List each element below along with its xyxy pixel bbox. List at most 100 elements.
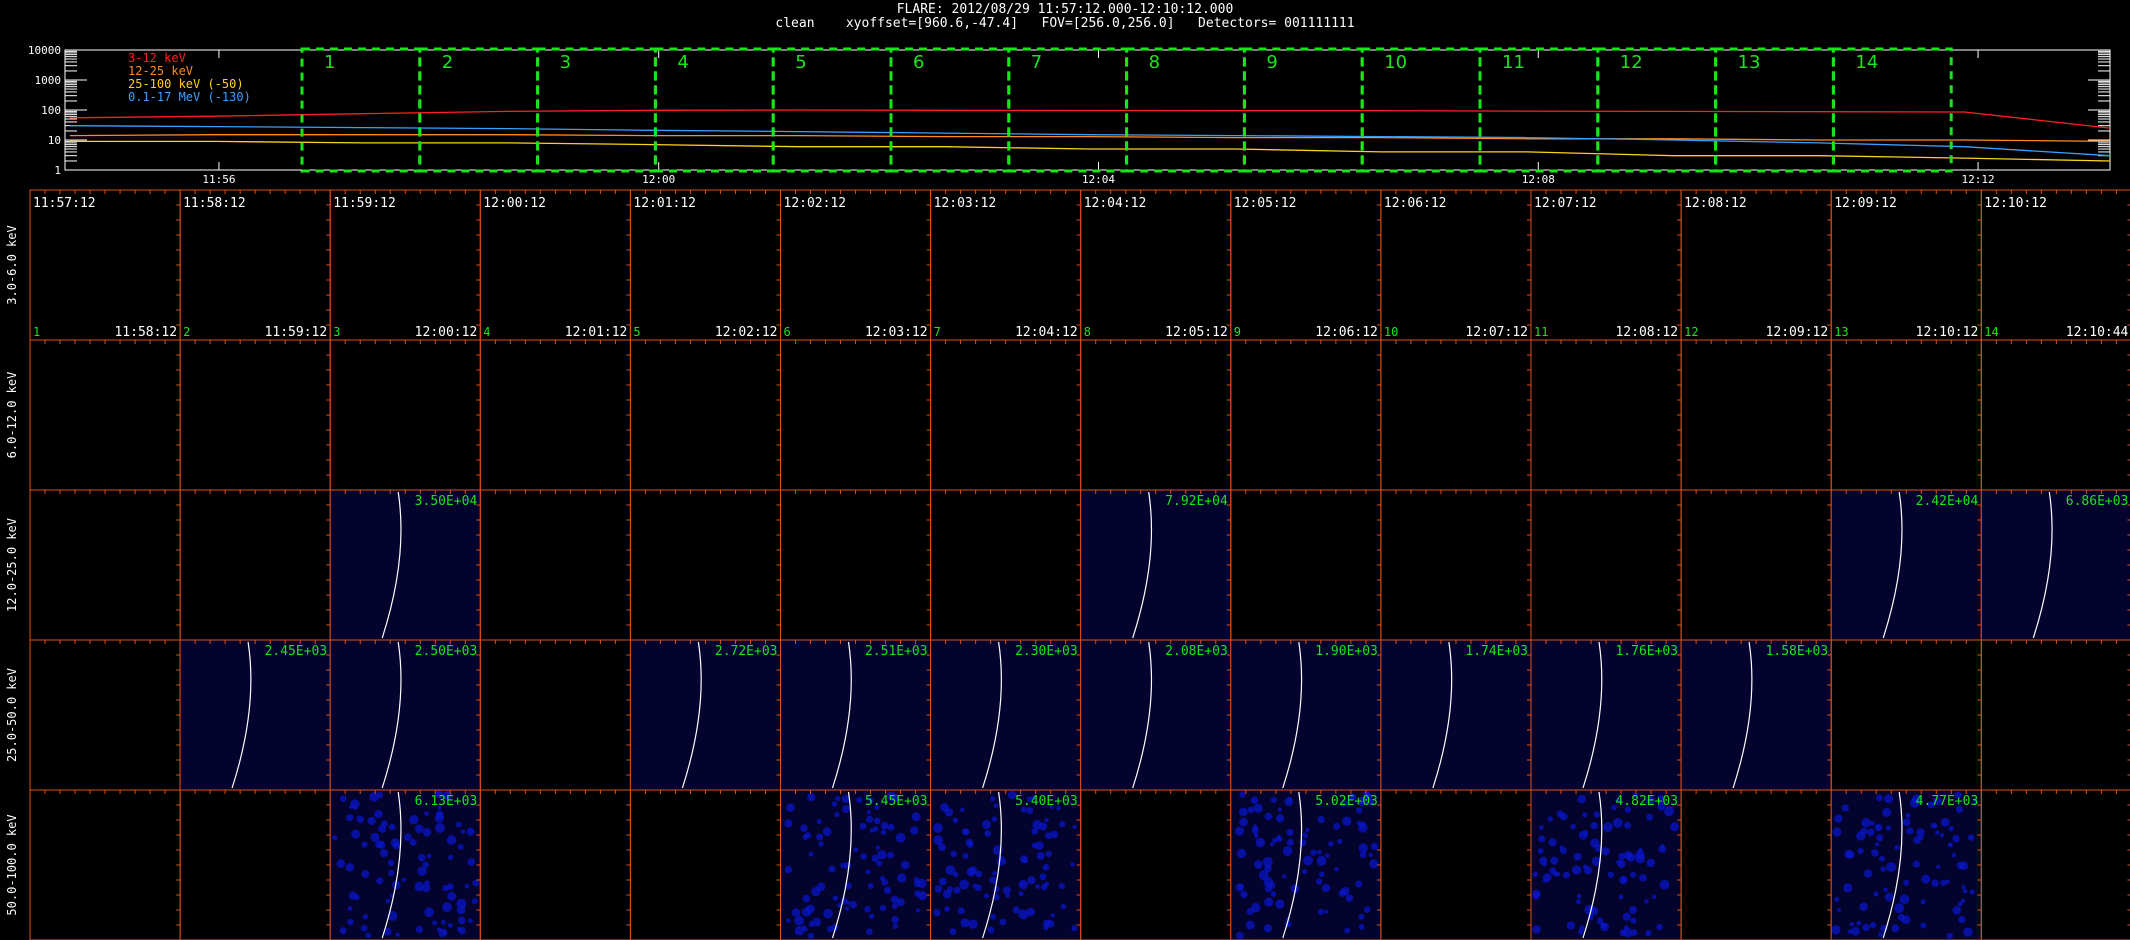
noise-blob	[1264, 812, 1273, 821]
noise-blob	[409, 815, 419, 825]
noise-blob	[915, 908, 921, 913]
row-label: 25.0-50.0 keV	[5, 668, 19, 762]
noise-blob	[1659, 879, 1670, 890]
column-number: 10	[1384, 325, 1398, 339]
image-max-value: 5.40E+03	[1015, 794, 1078, 809]
noise-blob	[913, 876, 920, 883]
noise-blob	[1547, 816, 1554, 822]
column-end-time: 11:58:12	[114, 325, 177, 340]
noise-blob	[385, 898, 391, 904]
noise-blob	[414, 824, 424, 834]
noise-blob	[816, 819, 822, 825]
cell-frame	[930, 189, 1082, 341]
cell-frame	[179, 789, 331, 940]
noise-blob	[1902, 818, 1911, 827]
noise-blob	[448, 854, 454, 860]
noise-blob	[1596, 917, 1604, 925]
noise-blob	[972, 883, 978, 889]
noise-blob	[1060, 903, 1066, 910]
noise-blob	[999, 918, 1007, 926]
noise-blob	[1026, 907, 1035, 917]
noise-blob	[845, 906, 850, 911]
noise-blob	[982, 819, 992, 830]
noise-blob	[1325, 853, 1330, 858]
cell-frame	[329, 339, 481, 491]
noise-blob	[1303, 855, 1314, 866]
noise-blob	[395, 932, 400, 937]
column-number: 11	[1534, 325, 1548, 339]
noise-blob	[1862, 923, 1870, 932]
noise-blob	[1939, 833, 1945, 838]
noise-blob	[349, 804, 354, 809]
noise-blob	[1961, 885, 1966, 890]
noise-blob	[1962, 888, 1968, 894]
noise-blob	[367, 816, 376, 826]
column-number: 4	[483, 325, 490, 339]
column-start-time: 12:07:12	[1534, 196, 1597, 211]
noise-blob	[800, 824, 808, 832]
cell-frame	[179, 189, 331, 341]
noise-blob	[1550, 856, 1559, 865]
noise-blob	[804, 832, 812, 839]
image-max-value: 2.08E+03	[1165, 644, 1228, 659]
cell-frame	[1680, 189, 1832, 341]
noise-blob	[1264, 897, 1274, 907]
cell-frame	[1530, 339, 1682, 491]
noise-blob	[1861, 818, 1871, 828]
row-label: 6.0-12.0 keV	[5, 372, 19, 459]
noise-blob	[426, 853, 432, 859]
noise-blob	[784, 865, 793, 874]
noise-blob	[1302, 832, 1308, 839]
noise-blob	[1860, 827, 1868, 835]
noise-blob	[1834, 896, 1840, 902]
noise-blob	[840, 862, 847, 869]
noise-blob	[1570, 823, 1576, 830]
noise-blob	[911, 812, 921, 822]
cell-frame	[179, 339, 331, 491]
noise-blob	[1832, 827, 1842, 837]
noise-blob	[415, 925, 423, 934]
image-max-value: 1.76E+03	[1615, 644, 1678, 659]
image-panel	[1380, 640, 1531, 790]
noise-blob	[1851, 927, 1860, 936]
image-max-value: 1.58E+03	[1766, 644, 1829, 659]
noise-blob	[1635, 853, 1646, 864]
noise-blob	[441, 919, 446, 925]
noise-blob	[1903, 879, 1910, 886]
cell-frame	[179, 489, 331, 641]
cell-frame	[1980, 789, 2130, 940]
cell-frame	[1980, 189, 2130, 341]
noise-blob	[336, 859, 346, 868]
column-start-time: 11:58:12	[183, 196, 246, 211]
noise-blob	[1951, 852, 1957, 858]
noise-blob	[1318, 871, 1325, 878]
noise-blob	[458, 926, 466, 935]
noise-blob	[360, 924, 368, 932]
noise-blob	[944, 906, 950, 912]
noise-blob	[1873, 891, 1879, 897]
noise-blob	[946, 886, 954, 893]
image-panel	[1681, 640, 1832, 790]
noise-blob	[1548, 838, 1557, 847]
noise-blob	[1236, 931, 1244, 940]
noise-blob	[403, 833, 412, 842]
noise-blob	[1050, 913, 1055, 918]
cell-frame	[1830, 639, 1982, 791]
noise-blob	[442, 902, 452, 913]
cell-frame	[479, 339, 631, 491]
column-start-time: 12:09:12	[1834, 196, 1897, 211]
noise-blob	[975, 870, 983, 878]
cell-frame	[1980, 639, 2130, 791]
noise-blob	[1947, 842, 1953, 847]
noise-blob	[1603, 822, 1613, 833]
column-number: 14	[1984, 325, 1998, 339]
noise-blob	[1251, 826, 1259, 835]
noise-blob	[807, 793, 816, 802]
noise-blob	[1841, 804, 1849, 812]
noise-blob	[1630, 929, 1638, 936]
noise-blob	[1542, 861, 1547, 867]
cell-frame	[1380, 489, 1532, 641]
noise-blob	[892, 903, 898, 910]
cell-frame	[479, 489, 631, 641]
noise-blob	[435, 810, 444, 819]
